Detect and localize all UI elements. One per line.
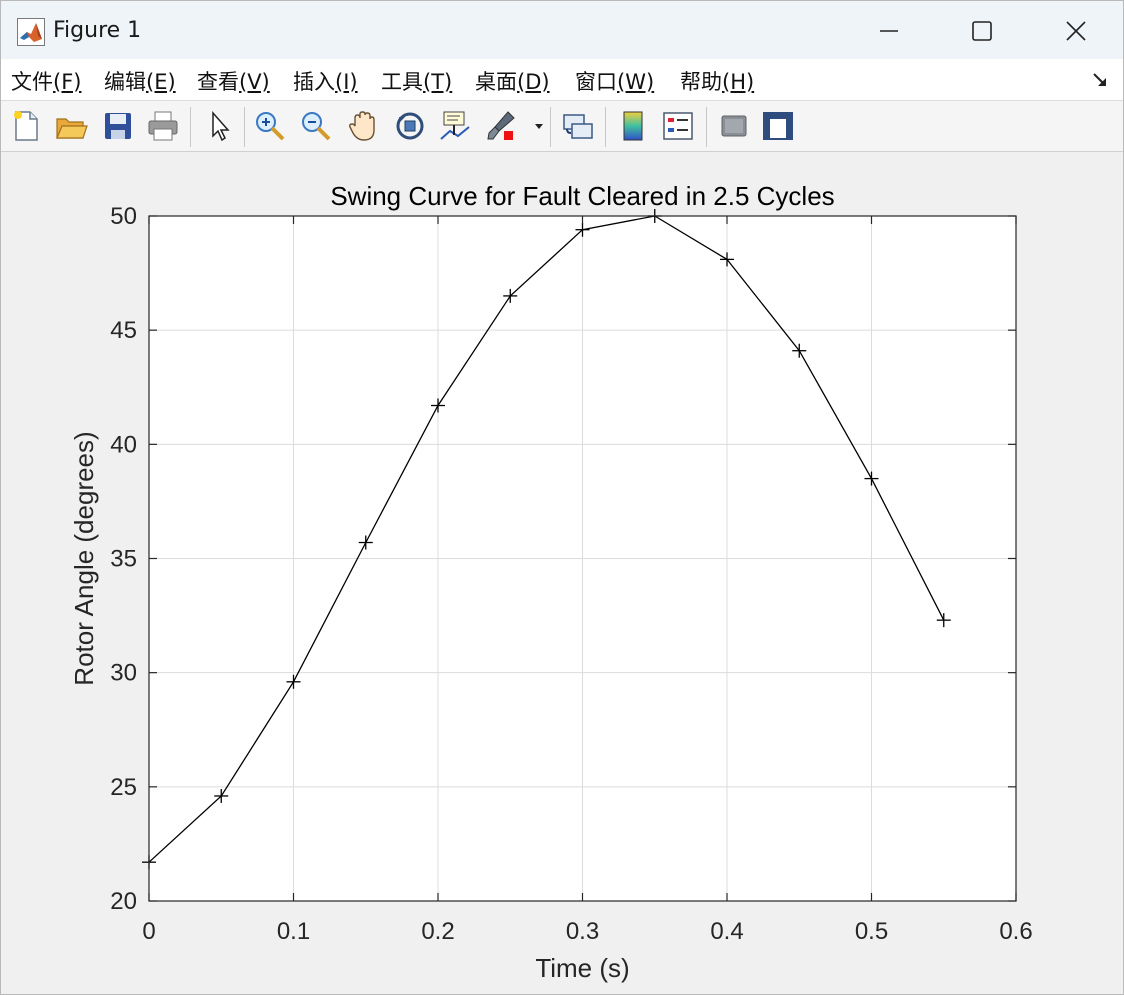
y-tick-label: 45 bbox=[110, 317, 137, 344]
y-tick-label: 25 bbox=[110, 774, 137, 801]
figure-window: Figure 1 文件(F) 编辑(E) 查看(V) 插入(I) 工具(T) 桌… bbox=[0, 0, 1124, 995]
menu-window[interactable]: 窗口(W) bbox=[575, 66, 654, 96]
toolbar-separator bbox=[190, 107, 191, 147]
legend-icon[interactable] bbox=[661, 109, 695, 143]
minimize-icon bbox=[880, 30, 898, 32]
chart-title: Swing Curve for Fault Cleared in 2.5 Cyc… bbox=[330, 181, 834, 211]
toolbar-separator bbox=[605, 107, 606, 147]
x-tick-label: 0 bbox=[142, 918, 155, 945]
y-axis-label: Rotor Angle (degrees) bbox=[69, 431, 99, 685]
new-figure-icon[interactable] bbox=[9, 109, 43, 143]
y-tick-label: 30 bbox=[110, 660, 137, 687]
colorbar-icon[interactable] bbox=[616, 109, 650, 143]
open-file-icon[interactable] bbox=[54, 109, 88, 143]
chevron-down-icon[interactable] bbox=[534, 121, 544, 131]
toolbar-separator bbox=[244, 107, 245, 147]
close-button[interactable] bbox=[1053, 11, 1099, 51]
x-tick-label: 0.2 bbox=[421, 918, 454, 945]
menu-help[interactable]: 帮助(H) bbox=[680, 66, 754, 96]
pan-hand-icon[interactable] bbox=[346, 109, 380, 143]
x-tick-label: 0.4 bbox=[710, 918, 743, 945]
y-tick-label: 50 bbox=[110, 203, 137, 230]
toolbar-separator bbox=[706, 107, 707, 147]
toolbar-separator bbox=[550, 107, 551, 147]
edit-plot-pointer-icon[interactable] bbox=[203, 109, 237, 143]
x-tick-label: 0.6 bbox=[999, 918, 1032, 945]
menu-file[interactable]: 文件(F) bbox=[11, 66, 81, 96]
menu-edit[interactable]: 编辑(E) bbox=[104, 66, 176, 96]
figure-canvas[interactable]: 0 0.1 0.2 0.3 0.4 0.5 0.6 20 25 30 35 40 45 50 Swing … bbox=[1, 152, 1123, 994]
window-title: Figure 1 bbox=[53, 18, 142, 43]
maximize-icon bbox=[972, 21, 992, 41]
x-tick-label: 0.1 bbox=[277, 918, 310, 945]
x-tick-label: 0.3 bbox=[566, 918, 599, 945]
y-tick-label: 35 bbox=[110, 546, 137, 573]
close-icon bbox=[1066, 21, 1086, 41]
x-tick-label: 0.5 bbox=[855, 918, 888, 945]
y-tick-label: 40 bbox=[110, 431, 137, 458]
menu-bar: 文件(F) 编辑(E) 查看(V) 插入(I) 工具(T) 桌面(D) 窗口(W… bbox=[1, 59, 1123, 101]
title-bar[interactable]: Figure 1 bbox=[1, 1, 1123, 59]
minimize-button[interactable] bbox=[866, 11, 912, 51]
hide-plot-tools-icon[interactable] bbox=[717, 109, 751, 143]
show-plot-tools-icon[interactable] bbox=[761, 109, 795, 143]
dock-arrow-icon[interactable] bbox=[1091, 71, 1109, 89]
y-tick-label: 20 bbox=[110, 888, 137, 915]
menu-tools[interactable]: 工具(T) bbox=[381, 66, 452, 96]
menu-view[interactable]: 查看(V) bbox=[197, 66, 270, 96]
data-cursor-icon[interactable] bbox=[438, 109, 472, 143]
figure-toolbar bbox=[1, 101, 1123, 152]
save-icon[interactable] bbox=[101, 109, 135, 143]
rotate-3d-icon[interactable] bbox=[393, 109, 427, 143]
print-icon[interactable] bbox=[146, 109, 180, 143]
maximize-button[interactable] bbox=[959, 11, 1005, 51]
matlab-logo-icon bbox=[17, 18, 45, 46]
menu-insert[interactable]: 插入(I) bbox=[293, 66, 358, 96]
menu-desktop[interactable]: 桌面(D) bbox=[475, 66, 550, 96]
zoom-in-icon[interactable] bbox=[253, 109, 287, 143]
zoom-out-icon[interactable] bbox=[299, 109, 333, 143]
swing-curve-chart[interactable]: 0 0.1 0.2 0.3 0.4 0.5 0.6 20 25 30 35 40 45 50 Swing … bbox=[1, 152, 1123, 994]
link-plot-icon[interactable] bbox=[561, 109, 595, 143]
brush-icon[interactable] bbox=[484, 109, 518, 143]
x-axis-label: Time (s) bbox=[535, 953, 629, 983]
